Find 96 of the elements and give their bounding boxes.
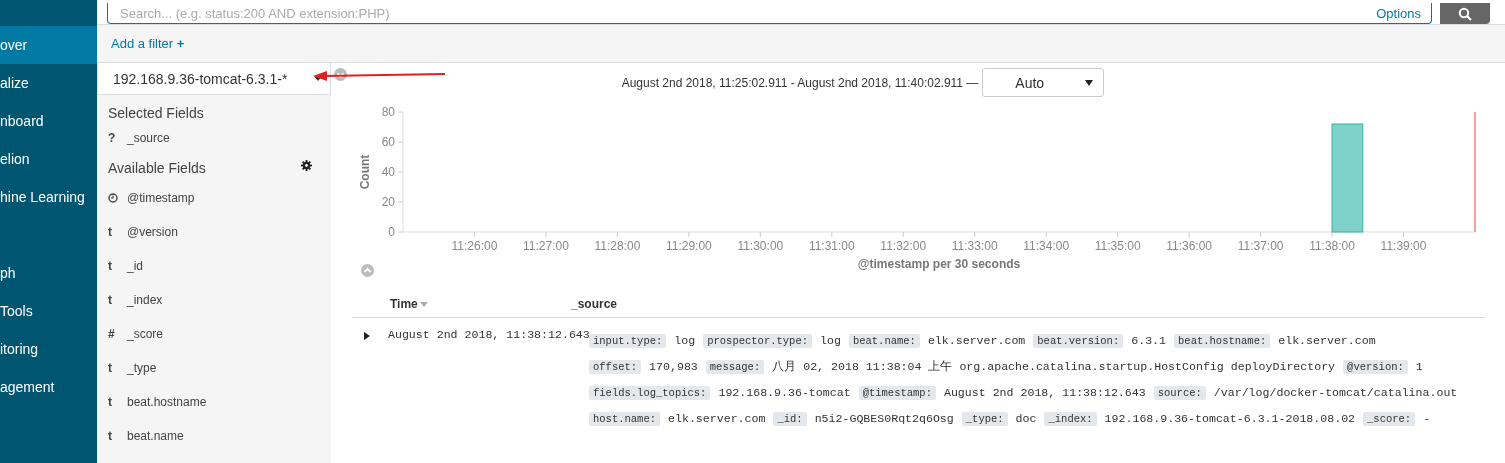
field-type-icon: # (108, 327, 127, 341)
field-name[interactable]: _id (127, 259, 143, 273)
field-value: 1 (1415, 360, 1423, 373)
field-value: 192.168.9.36-tomcat-6.3.1-2018.08.02 (1104, 412, 1356, 425)
search-icon (1458, 6, 1472, 21)
field-name[interactable]: _score (127, 327, 164, 341)
field-key: _score: (1363, 412, 1416, 426)
field-key: fields.log_topics: (589, 386, 711, 400)
y-tick-label: 80 (381, 105, 395, 119)
nav-item[interactable]: elion (0, 140, 97, 178)
y-tick-label: 40 (381, 165, 395, 179)
field-name[interactable]: beat.hostname (127, 395, 207, 409)
time-cell-text: August 2nd 2018, 11:38:12.643 (388, 328, 589, 343)
y-tick-label: 60 (381, 135, 395, 149)
field-name[interactable]: _index (127, 293, 163, 307)
field-name[interactable]: beat.name (127, 429, 184, 443)
nav-item[interactable]: agement (0, 368, 97, 406)
x-tick-label: 11:27:00 (523, 239, 569, 253)
x-tick-label: 11:37:00 (1237, 239, 1284, 253)
x-tick-label: 11:39:00 (1380, 239, 1427, 253)
field-type-icon: t (108, 429, 127, 443)
field-key: beat.name: (848, 334, 920, 348)
field-key: message: (705, 360, 765, 374)
field-value: - (1423, 412, 1431, 425)
field-value: 6.3.1 (1131, 334, 1167, 347)
field-value: n5i2-GQBES0Rqt2q6Osg (814, 412, 954, 425)
field-key: input.type: (589, 334, 667, 348)
section-title: Selected Fields (108, 104, 205, 123)
nav-item[interactable]: Tools (0, 292, 97, 330)
field-key: _type: (961, 412, 1008, 426)
nav-item[interactable]: itoring (0, 330, 97, 368)
interval-select[interactable]: Auto (982, 68, 1105, 97)
x-tick-label: 11:31:00 (808, 239, 855, 253)
y-tick-label: 20 (381, 195, 395, 209)
y-axis-title: Count (358, 154, 372, 190)
add-filter-link[interactable]: Add a filter + (111, 36, 185, 51)
x-tick-label: 11:36:00 (1166, 239, 1213, 253)
field-key: offset: (589, 360, 642, 374)
field-type-icon: t (108, 395, 127, 409)
field-type-icon: t (108, 361, 127, 375)
field-key: beat.version: (1033, 334, 1124, 348)
x-tick-label: 11:35:00 (1094, 239, 1141, 253)
field-name[interactable]: @timestamp (127, 191, 195, 205)
y-tick-label: 0 (388, 225, 395, 239)
nav-item[interactable]: alize (0, 64, 97, 102)
nav-item[interactable]: hine Learning (0, 178, 97, 216)
field-type-icon: t (108, 225, 127, 239)
field-value: doc (1015, 412, 1037, 425)
field-key: beat.hostname: (1174, 334, 1271, 348)
clock-icon (108, 193, 118, 203)
field-key: prospector.type: (703, 334, 812, 348)
x-axis-title: @timestamp per 30 seconds (857, 257, 1021, 271)
field-key: @version: (1343, 360, 1408, 374)
x-tick-label: 11:32:00 (880, 239, 927, 253)
time-range-text: August 2nd 2018, 11:25:02.911 - August 2nd 2018, 11:40:02.911 — (621, 75, 979, 90)
field-value: log (674, 334, 696, 347)
x-tick-label: 11:30:00 (737, 239, 784, 253)
column-header[interactable]: Time (352, 297, 571, 311)
field-type-icon: ? (108, 131, 127, 145)
field-value: /var/log/docker-tomcat/catalina.out (1213, 386, 1458, 399)
collapse-icon[interactable] (334, 68, 347, 81)
field-value: elk.server.com (927, 334, 1026, 347)
section-title: Available Fields (108, 159, 206, 178)
field-value: 170,983 (649, 360, 698, 373)
search-button[interactable] (1440, 3, 1490, 24)
x-tick-label: 11:33:00 (951, 239, 998, 253)
x-tick-label: 11:28:00 (594, 239, 641, 253)
field-value: 八月 02, 2018 11:38:04 上午 org.apache.catalina.startup.HostConfig deployDirectory (772, 360, 1336, 373)
field-type-icon: t (108, 259, 127, 273)
field-name[interactable]: @version (127, 225, 178, 239)
field-value: log (820, 334, 841, 347)
nav-item[interactable]: ph (0, 254, 97, 292)
field-key: source: (1153, 386, 1206, 400)
field-type-icon: t (108, 293, 127, 307)
nav-item[interactable]: nboard (0, 102, 97, 140)
field-value: elk.server.com (668, 412, 766, 425)
field-value: elk.server.com (1278, 334, 1376, 347)
x-tick-label: 11:26:00 (451, 239, 498, 253)
field-key: _index: (1044, 412, 1097, 426)
index-pattern-select[interactable]: 192.168.9.36-tomcat-6.3.1-* (97, 63, 331, 95)
field-name[interactable]: _type (127, 361, 157, 375)
column-header[interactable]: _source (571, 297, 628, 311)
expand-icon[interactable] (364, 332, 370, 340)
search-field[interactable]: Search... (e.g. status:200 AND extension:PHP) Options (107, 3, 1432, 24)
settings-icon[interactable] (301, 160, 312, 171)
nav-item[interactable]: over (0, 26, 97, 64)
field-key: @timestamp: (858, 386, 936, 400)
field-key: host.name: (589, 412, 660, 426)
field-name[interactable]: _source (127, 131, 170, 145)
field-key: _id: (773, 412, 807, 426)
field-value: August 2nd 2018, 11:38:12.643 (943, 386, 1146, 399)
x-tick-label: 11:34:00 (1023, 239, 1070, 253)
field-value: 192.168.9.36-tomcat (718, 386, 851, 399)
x-tick-label: 11:29:00 (665, 239, 712, 253)
options-link[interactable]: Options (1376, 5, 1421, 21)
x-tick-label: 11:38:00 (1309, 239, 1355, 253)
